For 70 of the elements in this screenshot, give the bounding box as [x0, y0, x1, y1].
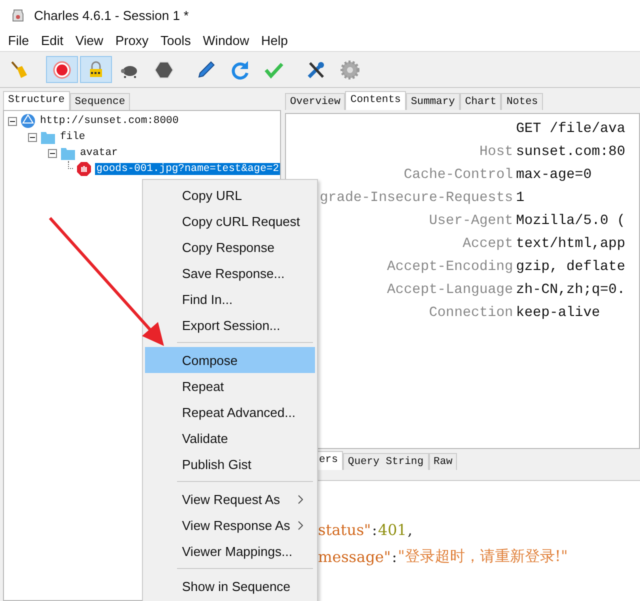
header-name: Accept-Language — [386, 282, 514, 298]
window-title: Charles 4.6.1 - Session 1 * — [34, 8, 189, 22]
menu-item[interactable]: View Request As — [145, 486, 315, 512]
header-name: Cache-Control — [402, 166, 514, 182]
tab[interactable]: Overview — [285, 93, 346, 110]
tree-item[interactable]: http://sunset.com:8000 — [39, 115, 180, 127]
menu-item[interactable]: Copy Response — [145, 234, 315, 260]
header-name: Accept — [462, 236, 514, 252]
menu-item[interactable]: Repeat Advanced... — [145, 399, 315, 425]
header-value: GET /file/ava — [516, 120, 626, 136]
header-value: sunset.com:80 — [516, 144, 626, 160]
tree-item[interactable]: avatar — [79, 147, 119, 159]
header-name: grade-Insecure-Requests — [318, 190, 514, 206]
tab[interactable]: Summary — [406, 93, 460, 110]
record-icon — [51, 58, 73, 80]
hexagon-icon — [153, 58, 175, 80]
json-line: status":401, — [318, 520, 414, 540]
tab[interactable]: Raw — [428, 453, 458, 470]
header-name: Host — [478, 144, 514, 160]
menu-item[interactable]: View Response As — [145, 512, 315, 538]
json-line: message":"登录超时，请重新登录!" — [318, 546, 569, 568]
menu-item[interactable]: Tools — [160, 33, 191, 48]
header-name: Connection — [428, 304, 514, 320]
menu-item[interactable]: Export Session... — [145, 312, 315, 338]
menu-item[interactable]: Edit — [40, 33, 64, 48]
header-value: text/html,app — [516, 236, 626, 252]
menu-item[interactable]: Save Response... — [145, 260, 315, 286]
header-value: keep-alive — [516, 304, 600, 320]
stop-hand-icon — [76, 161, 92, 177]
collapse-toggle[interactable] — [28, 132, 37, 142]
collapse-toggle[interactable] — [48, 148, 57, 158]
menu-item[interactable]: Copy URL — [145, 182, 315, 208]
chevron-right-icon — [298, 494, 303, 504]
header-value: 1 — [516, 190, 524, 206]
collapse-toggle[interactable] — [8, 116, 17, 126]
globe-icon — [20, 113, 36, 129]
menu-item[interactable]: Show in Sequence — [145, 573, 315, 599]
app-icon — [12, 8, 24, 22]
menu-item[interactable]: Repeat — [145, 373, 315, 399]
tree-item[interactable]: goods-001.jpg?name=test&age=2 — [95, 163, 280, 175]
menu-item[interactable]: Viewer Mappings... — [145, 538, 315, 564]
tab[interactable]: Contents — [345, 91, 406, 110]
tab[interactable]: Structure — [3, 91, 70, 110]
refresh-icon — [229, 58, 251, 80]
menu-item[interactable]: Copy cURL Request — [145, 208, 315, 234]
menu-item[interactable]: Validate — [145, 425, 315, 451]
chevron-right-icon — [298, 520, 303, 530]
header-value: zh-CN,zh;q=0. — [516, 282, 626, 298]
menu-item[interactable]: Find In... — [145, 286, 315, 312]
tab[interactable]: Notes — [501, 93, 543, 110]
record-button[interactable] — [46, 56, 78, 83]
lock-button[interactable] — [80, 56, 112, 83]
header-name: Accept-Encoding — [386, 258, 514, 274]
menu-item[interactable]: File — [8, 33, 29, 48]
gear-icon — [339, 58, 361, 80]
tree-item[interactable]: file — [59, 131, 86, 143]
header-value: gzip, deflate — [516, 258, 626, 274]
menu-item[interactable]: View — [75, 33, 104, 48]
tab[interactable]: Query String — [342, 453, 429, 470]
menu-item[interactable]: Proxy — [115, 33, 149, 48]
folder-icon — [60, 145, 76, 161]
menu-item[interactable]: Publish Gist — [145, 451, 315, 477]
menu-item[interactable]: Help — [261, 33, 288, 48]
folder-icon — [40, 129, 56, 145]
menu-item[interactable]: Window — [202, 33, 250, 48]
tab[interactable]: Chart — [460, 93, 502, 110]
header-value: Mozilla/5.0 ( — [516, 212, 626, 228]
header-value: max-age=0 — [516, 166, 592, 182]
menu-item[interactable]: Compose — [145, 347, 315, 373]
tab[interactable]: Sequence — [70, 93, 130, 110]
